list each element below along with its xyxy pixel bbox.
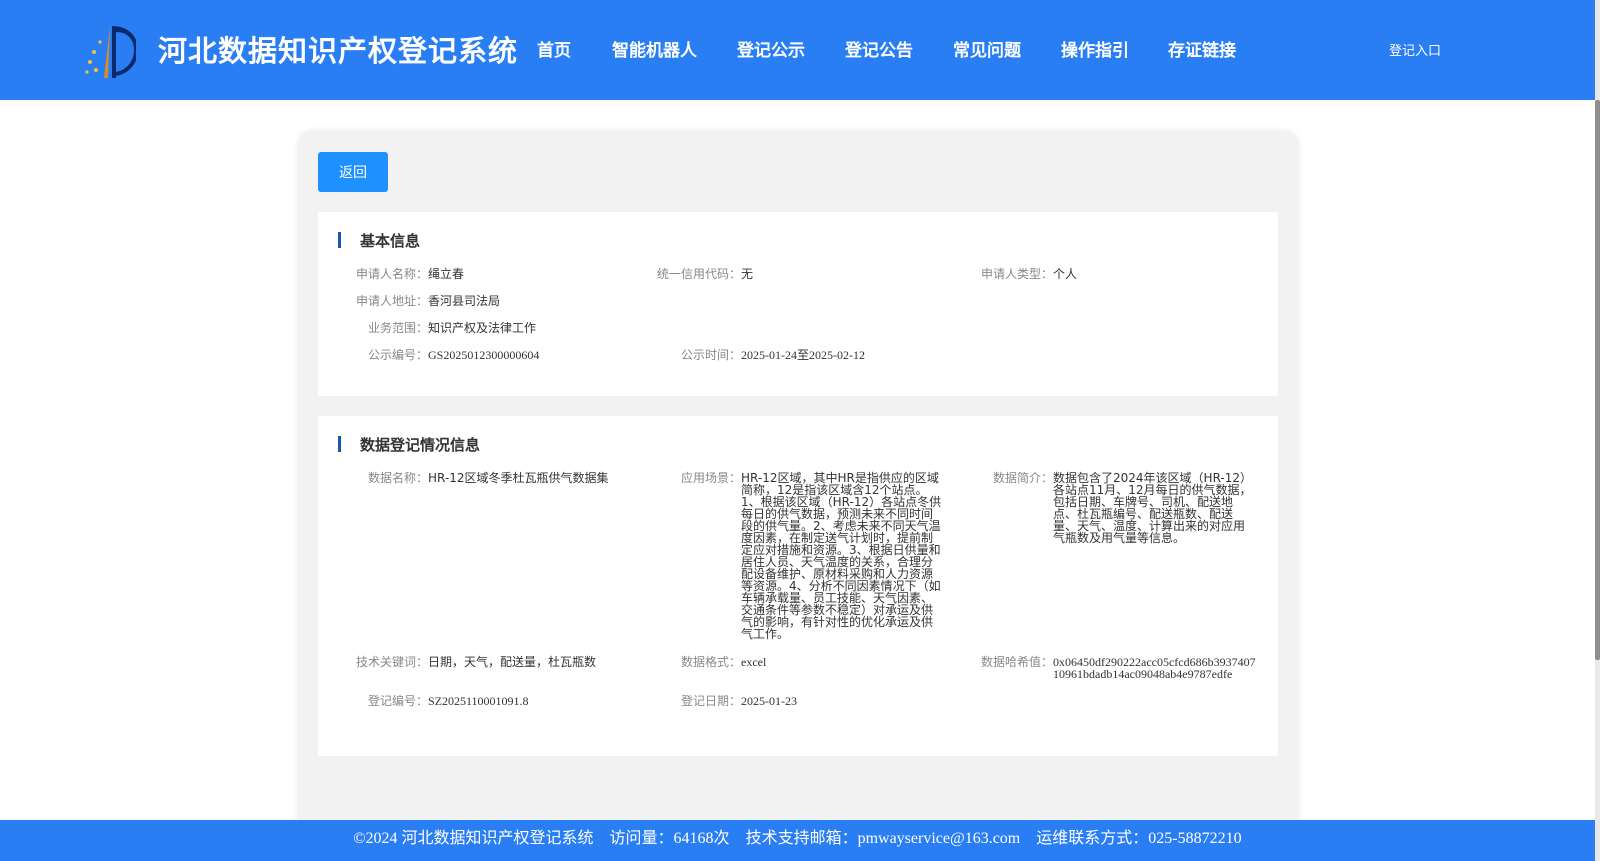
label: 统一信用代码： — [656, 267, 741, 281]
nav-home[interactable]: 首页 — [537, 36, 571, 61]
footer-visits: 访问量：64168次 — [609, 830, 730, 847]
value-data-name: HR-12区域冬季杜瓦瓶供气数据集 — [428, 471, 609, 485]
page-footer: ©2024 河北数据知识产权登记系统 访问量：64168次 技术支持邮箱：pmw… — [0, 820, 1595, 861]
value-pub-no: GS2025012300000604 — [428, 348, 540, 362]
section-title-registration: 数据登记情况信息 — [338, 434, 480, 455]
label: 申请人类型： — [980, 267, 1053, 281]
label: 数据格式： — [680, 655, 741, 669]
label: 申请人名称： — [355, 267, 428, 281]
value-reg-no: SZ2025110001091.8 — [428, 694, 529, 708]
value-keywords: 日期，天气，配送量，杜瓦瓶数 — [428, 655, 597, 669]
nav-public-notice[interactable]: 登记公示 — [737, 36, 805, 61]
value-reg-date: 2025-01-23 — [741, 694, 797, 708]
top-header: 河北数据知识产权登记系统 首页 智能机器人 登记公示 登记公告 常见问题 操作指… — [0, 0, 1595, 100]
nav-evidence-link[interactable]: 存证链接 — [1168, 36, 1236, 61]
back-button[interactable]: 返回 — [318, 152, 388, 192]
value-format: excel — [741, 655, 767, 669]
value-intro: 数据包含了2024年该区域（HR-12）各站点11月、12月每日的供气数据，包括… — [1053, 471, 1253, 545]
footer-contact: 运维联系方式：025-58872210 — [1036, 830, 1242, 847]
label: 公示编号： — [367, 348, 428, 362]
basic-info-card: 基本信息 申请人名称： 绳立春 统一信用代码： 无 申请人类型： 个人 申请人地… — [318, 212, 1278, 396]
label: 数据名称： — [367, 471, 428, 485]
value-address: 香河县司法局 — [428, 294, 501, 308]
registration-card: 数据登记情况信息 数据名称： HR-12区域冬季杜瓦瓶供气数据集 应用场景： H… — [318, 416, 1278, 756]
nav-faq[interactable]: 常见问题 — [953, 36, 1021, 61]
value-applicant-type: 个人 — [1053, 267, 1078, 281]
footer-email: 技术支持邮箱：pmwayservice@163.com — [745, 830, 1021, 847]
site-title: 河北数据知识产权登记系统 — [158, 34, 519, 68]
footer-copyright: ©2024 河北数据知识产权登记系统 — [353, 830, 594, 847]
label: 登记编号： — [367, 694, 428, 708]
label: 公示时间： — [680, 348, 741, 362]
label: 业务范围： — [367, 321, 428, 335]
label: 登记日期： — [680, 694, 741, 708]
value-hash: 0x06450df290222acc05cfcd686b393740710961… — [1053, 655, 1256, 681]
nav-guide[interactable]: 操作指引 — [1061, 36, 1129, 61]
login-link[interactable]: 登记入口 — [1389, 40, 1441, 59]
section-title-basic: 基本信息 — [338, 230, 420, 251]
value-credit-code: 无 — [741, 267, 754, 281]
nav-chatbot[interactable]: 智能机器人 — [612, 36, 697, 61]
value-scene: HR-12区域，其中HR是指供应的区域简称，12是指该区域含12个站点。1、根据… — [741, 471, 942, 641]
label: 数据哈希值： — [980, 655, 1053, 669]
label: 数据简介： — [992, 471, 1053, 485]
scrollbar-thumb[interactable] — [1595, 100, 1600, 660]
label: 技术关键词： — [355, 655, 428, 669]
label: 应用场景： — [680, 471, 741, 485]
value-applicant-name: 绳立春 — [428, 267, 465, 281]
value-scope: 知识产权及法律工作 — [428, 321, 537, 335]
nav-announcement[interactable]: 登记公告 — [845, 36, 913, 61]
site-logo-icon — [85, 26, 136, 78]
value-pub-time: 2025-01-24至2025-02-12 — [741, 348, 865, 362]
label: 申请人地址： — [355, 294, 428, 308]
